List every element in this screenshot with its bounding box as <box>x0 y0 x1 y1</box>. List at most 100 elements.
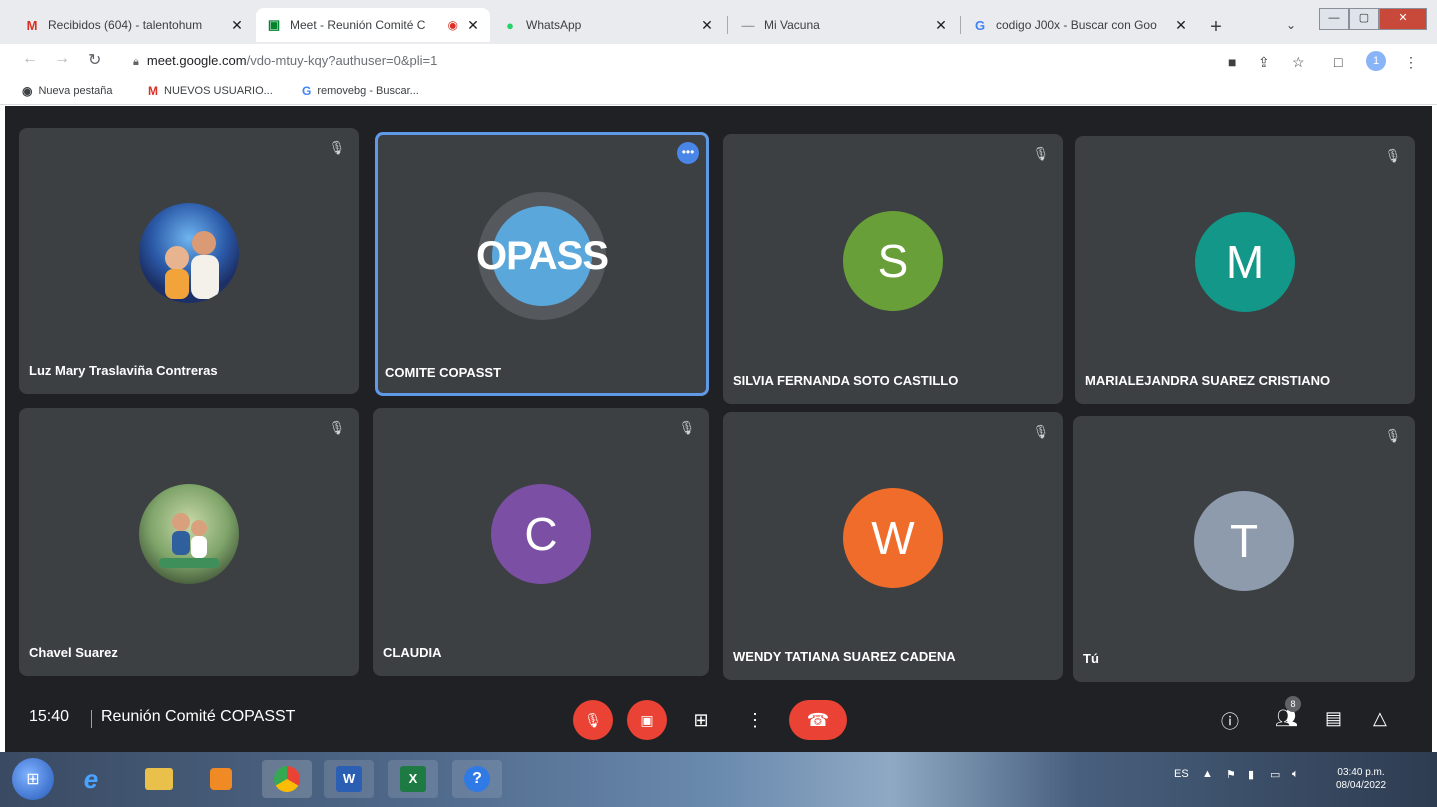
participant-avatar: S <box>843 211 943 311</box>
meet-control-bar: 15:40 Reunión Comité COPASST 🎙︎ ▣ ⊞ ⋮ ☎ … <box>5 686 1432 752</box>
chrome-taskbar-button[interactable] <box>262 760 312 798</box>
tab-divider <box>727 16 728 34</box>
meet-call-area: 🎙︎ Luz Mary Traslaviña Contreras ••• OPA… <box>5 106 1432 752</box>
windows-taskbar: ⊞ e W X ? ES ▲ ⚑ ▮ ▭ 🔈︎ 03:40 p.m. 08/04… <box>0 752 1437 807</box>
participant-tile[interactable]: 🎙︎ C CLAUDIA <box>373 408 709 676</box>
system-clock[interactable]: 03:40 p.m. 08/04/2022 <box>1336 766 1386 792</box>
participant-tile-self[interactable]: 🎙︎ T Tú <box>1073 416 1415 682</box>
leave-call-button[interactable]: ☎ <box>789 700 847 740</box>
participant-tile[interactable]: 🎙︎ Chavel Suarez <box>19 408 359 676</box>
vacuna-icon: — <box>741 17 755 33</box>
photo-people-icon <box>159 513 219 568</box>
tab-google-search[interactable]: G codigo J00x - Buscar con Goo ✕ <box>962 8 1198 42</box>
chat-icon[interactable]: ▤ <box>1325 708 1342 729</box>
bookmark-label: Nueva pestaña <box>38 85 113 97</box>
media-player-icon[interactable] <box>196 760 246 798</box>
language-indicator[interactable]: ES <box>1174 768 1189 780</box>
bookmark-nueva-pestana[interactable]: ◉ Nueva pestaña <box>22 84 112 98</box>
folder-icon <box>145 768 173 790</box>
end-call-icon: ☎ <box>806 709 830 730</box>
close-tab-icon[interactable]: ✕ <box>464 17 482 34</box>
show-hidden-icons-chevron-icon[interactable]: ▲ <box>1202 768 1213 780</box>
tab-mi-vacuna[interactable]: — Mi Vacuna ✕ <box>730 8 958 42</box>
google-icon: G <box>974 17 986 33</box>
participant-tile[interactable]: 🎙︎ S SILVIA FERNANDA SOTO CASTILLO <box>723 134 1063 404</box>
tab-layout-icon[interactable]: □ <box>1334 54 1342 70</box>
battery-icon[interactable]: ▮ <box>1248 768 1254 781</box>
back-arrow-icon[interactable]: ← <box>22 50 38 68</box>
minimize-button[interactable]: — <box>1319 8 1349 30</box>
participant-count-badge: 8 <box>1285 696 1301 712</box>
meeting-details-icon[interactable]: ⓘ <box>1221 708 1239 734</box>
more-options-icon[interactable]: ••• <box>677 142 699 164</box>
new-tab-button[interactable]: + <box>1205 16 1227 39</box>
bookmark-label: NUEVOS USUARIO... <box>164 85 273 97</box>
network-icon[interactable]: ▭ <box>1270 768 1280 781</box>
windows-start-button[interactable]: ⊞ <box>12 758 54 800</box>
browser-tab-strip: M Recibidos (604) - talentohum ✕ ▣ Meet … <box>0 0 1437 44</box>
action-center-flag-icon[interactable]: ⚑ <box>1226 768 1236 781</box>
participant-avatar: M <box>1195 212 1295 312</box>
participant-tile-active[interactable]: ••• OPASS COMITE COPASST <box>375 132 709 396</box>
help-taskbar-button[interactable]: ? <box>452 760 502 798</box>
file-explorer-icon[interactable] <box>134 760 184 798</box>
close-tab-icon[interactable]: ✕ <box>932 17 950 34</box>
tab-search-chevron-icon[interactable]: ⌄ <box>1286 18 1296 32</box>
activities-icon[interactable]: △ <box>1373 708 1387 729</box>
bookmark-star-icon[interactable]: ☆ <box>1292 54 1305 71</box>
photo-people-icon <box>165 231 219 299</box>
participant-tile[interactable]: 🎙︎ W WENDY TATIANA SUAREZ CADENA <box>723 412 1063 680</box>
address-bar[interactable]: 🔒︎ meet.google.com/vdo-mtuy-kqy?authuser=… <box>133 53 437 69</box>
close-tab-icon[interactable]: ✕ <box>228 17 246 34</box>
participant-tile[interactable]: 🎙︎ Luz Mary Traslaviña Contreras <box>19 128 359 394</box>
camera-icon[interactable]: ■ <box>1228 54 1236 70</box>
camera-off-icon: ▣ <box>640 711 654 728</box>
muted-mic-icon: 🎙︎ <box>678 420 695 435</box>
muted-mic-icon: 🎙︎ <box>1032 424 1049 439</box>
present-screen-icon: ⊞ <box>693 709 709 730</box>
participant-tile[interactable]: 🎙︎ M MARIALEJANDRA SUAREZ CRISTIANO <box>1075 136 1415 404</box>
forward-arrow-icon[interactable]: → <box>54 50 70 68</box>
close-window-button[interactable]: ✕ <box>1379 8 1427 30</box>
bookmark-nuevos-usuario[interactable]: M NUEVOS USUARIO... <box>148 84 273 98</box>
tab-gmail[interactable]: M Recibidos (604) - talentohum ✕ <box>14 8 254 42</box>
muted-mic-icon: 🎙︎ <box>1384 148 1401 163</box>
participant-avatar: C <box>491 484 591 584</box>
reload-icon[interactable]: ↻ <box>88 50 101 70</box>
close-tab-icon[interactable]: ✕ <box>1172 17 1190 34</box>
lock-icon: 🔒︎ <box>133 56 139 68</box>
profile-avatar[interactable]: 1 <box>1366 51 1386 71</box>
mic-off-button[interactable]: 🎙︎ <box>573 700 613 740</box>
tab-meet[interactable]: ▣ Meet - Reunión Comité C ◉ ✕ <box>256 8 490 42</box>
participant-name: Tú <box>1083 651 1099 666</box>
participant-avatar: W <box>843 488 943 588</box>
help-icon: ? <box>464 766 490 792</box>
participant-name: Chavel Suarez <box>29 645 118 660</box>
media-icon <box>210 768 232 790</box>
tab-whatsapp[interactable]: ● WhatsApp ✕ <box>492 8 724 42</box>
bookmarks-bar: ◉ Nueva pestaña M NUEVOS USUARIO... G re… <box>0 78 1437 105</box>
internet-explorer-icon[interactable]: e <box>66 760 116 798</box>
word-taskbar-button[interactable]: W <box>324 760 374 798</box>
window-controls: — ▢ ✕ <box>1319 8 1427 30</box>
participant-name: SILVIA FERNANDA SOTO CASTILLO <box>733 373 959 388</box>
more-menu-icon[interactable]: ⋮ <box>1404 54 1418 71</box>
meeting-title: Reunión Comité COPASST <box>101 708 296 725</box>
google-icon: G <box>302 84 312 98</box>
close-tab-icon[interactable]: ✕ <box>698 17 716 34</box>
tab-title: Mi Vacuna <box>764 18 820 32</box>
windows-logo-icon: ⊞ <box>26 771 40 788</box>
maximize-button[interactable]: ▢ <box>1349 8 1379 30</box>
present-screen-button[interactable]: ⊞ <box>681 700 721 740</box>
share-icon[interactable]: ⇪ <box>1258 54 1270 71</box>
excel-taskbar-button[interactable]: X <box>388 760 438 798</box>
tab-title: WhatsApp <box>526 18 582 32</box>
camera-off-button[interactable]: ▣ <box>627 700 667 740</box>
volume-icon[interactable]: 🔈︎ <box>1292 768 1299 781</box>
mic-off-icon: 🎙︎ <box>584 711 602 728</box>
muted-mic-icon: 🎙︎ <box>328 420 345 435</box>
chrome-icon <box>274 766 300 792</box>
bookmark-removebg[interactable]: G removebg - Buscar... <box>302 84 419 98</box>
more-options-button[interactable]: ⋮ <box>735 700 775 740</box>
tab-title: Recibidos (604) - talentohum <box>48 18 203 32</box>
